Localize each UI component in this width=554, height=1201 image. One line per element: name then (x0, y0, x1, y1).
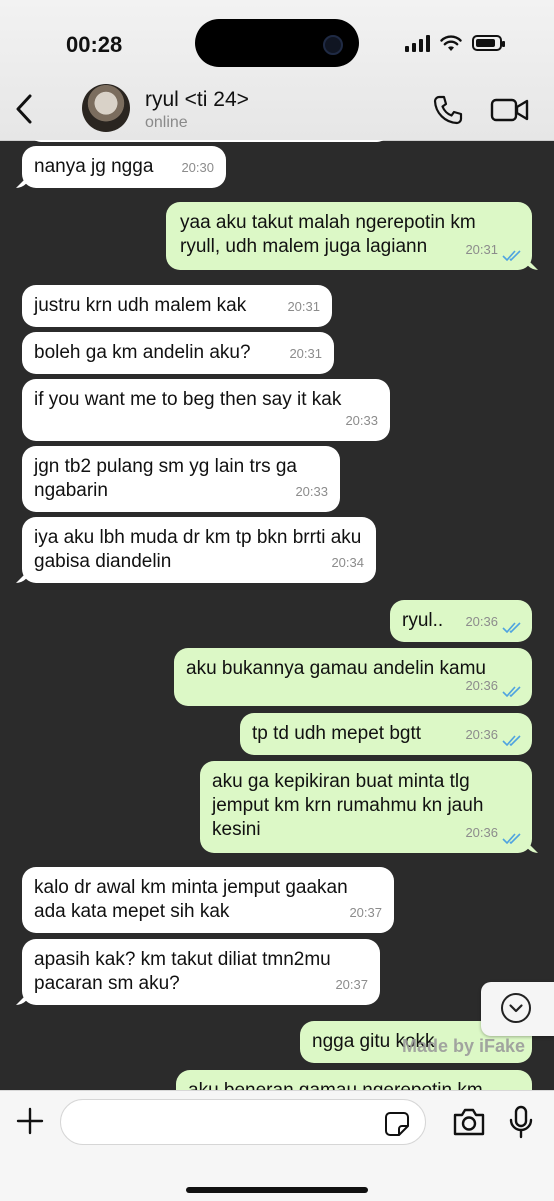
read-receipt-icon (502, 735, 521, 747)
message-bubble[interactable]: aku beneran gamau ngerepotin km (176, 1070, 532, 1090)
phone-call-icon[interactable] (432, 94, 464, 126)
read-receipt-icon (502, 833, 521, 845)
message-text: aku beneran gamau ngerepotin km (188, 1080, 483, 1090)
message-time: 20:36 (465, 727, 498, 742)
message-bubble[interactable]: kalo dr awal km minta jemput gaakan ada … (22, 867, 394, 933)
microphone-icon[interactable] (508, 1105, 534, 1139)
message-bubble[interactable]: aku bukannya gamau andelin kamu 20:36 (174, 648, 532, 706)
message-time: 20:31 (287, 299, 320, 314)
cellular-signal-icon (405, 34, 430, 52)
message-input[interactable] (60, 1099, 426, 1145)
message-bubble[interactable]: tp td udh mepet bgtt 20:36 (240, 713, 532, 755)
home-indicator[interactable] (186, 1187, 368, 1193)
message-text: if you want me to beg then say it kak (34, 389, 342, 410)
message-time: 20:36 (465, 825, 498, 840)
message-time: 20:36 (465, 614, 498, 629)
message-bubble[interactable]: apasih kak? km takut diliat tmn2mu pacar… (22, 939, 380, 1005)
message-time: 20:36 (465, 678, 498, 693)
chat-header: 00:28 ryul <ti 24> online (0, 0, 554, 141)
contact-name[interactable]: ryul <ti 24> (145, 88, 249, 112)
sticker-icon[interactable] (384, 1111, 410, 1137)
message-text: ryul.. (402, 610, 444, 631)
message-bubble[interactable]: ryul.. 20:36 (390, 600, 532, 642)
chevron-down-icon (501, 993, 531, 1023)
message-bubble[interactable]: iya aku lbh muda dr km tp bkn brrti aku … (22, 517, 376, 583)
message-text: apasih kak? km takut diliat tmn2mu pacar… (34, 949, 331, 994)
message-bubble[interactable]: jgn tb2 pulang sm yg lain trs ga ngabari… (22, 446, 340, 512)
contact-status: online (145, 114, 188, 131)
message-time: 20:33 (345, 413, 378, 428)
message-bubble[interactable]: nanya jg ngga 20:30 (22, 146, 226, 188)
message-time: 20:31 (289, 346, 322, 361)
read-receipt-icon (502, 686, 521, 698)
message-bubble[interactable]: aku ga kepikiran buat minta tlg jemput k… (200, 761, 532, 853)
message-list[interactable]: nanya jg ngga 20:30 yaa aku takut malah … (0, 140, 554, 1090)
message-time: 20:37 (335, 977, 368, 992)
video-call-icon[interactable] (490, 96, 530, 124)
message-time: 20:33 (295, 484, 328, 499)
read-receipt-icon (502, 622, 521, 634)
message-text: boleh ga km andelin aku? (34, 342, 251, 363)
message-text: iya aku lbh muda dr km tp bkn brrti aku … (34, 527, 362, 572)
message-text: nanya jg ngga (34, 156, 154, 177)
message-text: yaa aku takut malah ngerepotin km ryull,… (180, 212, 476, 257)
message-time: 20:30 (181, 160, 214, 175)
wifi-icon (440, 34, 462, 51)
message-time: 20:37 (349, 905, 382, 920)
message-bubble[interactable]: boleh ga km andelin aku? 20:31 (22, 332, 334, 374)
message-text: jgn tb2 pulang sm yg lain trs ga ngabari… (34, 456, 297, 501)
composer-bar (0, 1090, 554, 1201)
status-time: 00:28 (66, 32, 123, 57)
message-bubble[interactable]: if you want me to beg then say it kak 20… (22, 379, 390, 441)
watermark: Made by iFake (402, 1036, 526, 1056)
message-text: justru krn udh malem kak (34, 295, 247, 316)
partial-message (30, 140, 388, 142)
message-time: 20:31 (465, 242, 498, 257)
battery-icon (472, 35, 505, 51)
message-text: tp td udh mepet bgtt (252, 723, 422, 744)
message-bubble[interactable]: justru krn udh malem kak 20:31 (22, 285, 332, 327)
back-chevron-icon[interactable] (10, 92, 40, 126)
message-text: kalo dr awal km minta jemput gaakan ada … (34, 877, 348, 922)
scroll-to-bottom-button[interactable] (481, 982, 554, 1036)
message-time: 20:34 (331, 555, 364, 570)
read-receipt-icon (502, 250, 521, 262)
status-icons (405, 34, 505, 52)
camera-icon[interactable] (452, 1107, 486, 1137)
message-text: aku ga kepikiran buat minta tlg jemput k… (212, 771, 484, 840)
plus-icon[interactable] (14, 1105, 46, 1137)
message-text: aku bukannya gamau andelin kamu (186, 658, 486, 679)
contact-avatar[interactable] (82, 84, 130, 132)
message-bubble[interactable]: yaa aku takut malah ngerepotin km ryull,… (166, 202, 532, 270)
dynamic-island (195, 19, 359, 67)
